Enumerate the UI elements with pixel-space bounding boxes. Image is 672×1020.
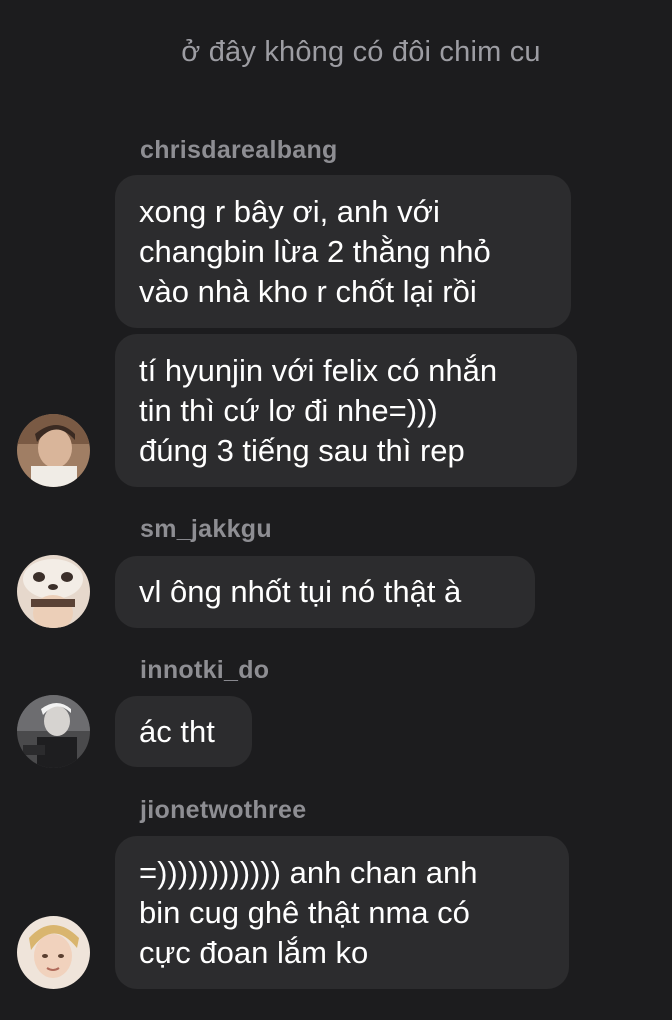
message-bubble[interactable]: =)))))))))))) anh chan anh bin cug ghê t… [115,836,569,989]
avatar-photo-icon [17,414,90,487]
message-sender[interactable]: chrisdarealbang [140,136,338,165]
message-text: vl ông nhốt tụi nó thật à [139,574,462,609]
message-sender[interactable]: jionetwothree [140,796,306,825]
message-bubble[interactable]: xong r bây ơi, anh với changbin lừa 2 th… [115,175,571,328]
message-text: =)))))))))))) anh chan anh bin cug ghê t… [139,854,478,970]
message-bubble[interactable]: tí hyunjin với felix có nhắn tin thì cứ … [115,334,577,487]
message-sender[interactable]: sm_jakkgu [140,515,272,544]
avatar[interactable] [17,414,90,487]
avatar[interactable] [17,695,90,768]
message-text: tí hyunjin với felix có nhắn tin thì cứ … [139,352,498,468]
avatar[interactable] [17,555,90,628]
message-text: xong r bây ơi, anh với changbin lừa 2 th… [139,193,491,309]
message-sender[interactable]: innotki_do [140,656,269,685]
chat-title: ở đây không có đôi chim cu [181,36,541,68]
message-bubble[interactable]: ác tht [115,696,252,767]
message-text: ác tht [139,713,215,749]
avatar[interactable] [17,916,90,989]
avatar-photo-icon [17,916,90,989]
avatar-photo-icon [17,695,90,768]
avatar-photo-icon [17,555,90,628]
message-bubble[interactable]: vl ông nhốt tụi nó thật à [115,556,535,628]
